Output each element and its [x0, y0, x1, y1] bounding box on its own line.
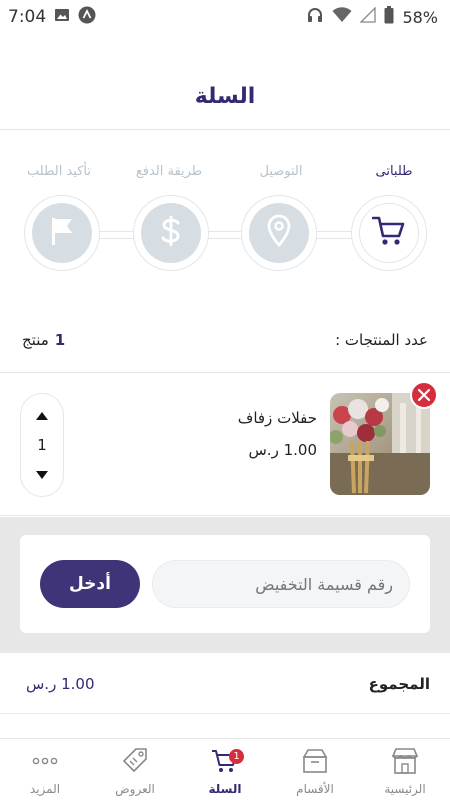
checkout-steps: طلباتى التوصيل طريقة الدفع تأكيد الطلب: [0, 150, 450, 280]
nav-label-categories: الأقسام: [296, 782, 334, 796]
close-icon: [417, 386, 431, 405]
status-time: 7:04: [8, 7, 47, 27]
step-delivery[interactable]: [241, 195, 317, 271]
step-orders[interactable]: [351, 195, 427, 271]
total-label: المجموع: [368, 674, 430, 693]
step-payment[interactable]: [133, 195, 209, 271]
store-icon: [390, 747, 420, 779]
circle-a-icon: [78, 6, 96, 28]
increase-quantity-button[interactable]: [35, 406, 49, 425]
nav-item-more[interactable]: المزيد: [0, 739, 90, 800]
apply-coupon-button[interactable]: أدخل: [40, 560, 140, 608]
nav-label-offers: العروض: [115, 782, 155, 796]
product-count-unit: منتج: [22, 331, 49, 349]
nav-item-home[interactable]: الرئيسية: [360, 739, 450, 800]
app-header: السلة: [0, 34, 450, 130]
quantity-value: 1: [37, 436, 47, 454]
step-label-payment: طريقة الدفع: [135, 164, 203, 179]
step-label-orders: طلباتى: [375, 164, 413, 179]
status-bar: 7:04 58%: [0, 0, 450, 34]
triangle-down-icon: [36, 471, 48, 479]
product-count-number: 1: [54, 331, 66, 349]
nav-label-cart: السلة: [208, 782, 242, 796]
location-pin-icon: [266, 214, 292, 252]
battery-percent: 58%: [402, 7, 438, 27]
signal-icon: [359, 6, 377, 27]
wifi-icon: [332, 7, 352, 27]
coupon-section: أدخل: [0, 517, 450, 653]
step-confirm[interactable]: [24, 195, 100, 271]
cart-item: حفلات زفاف 1.00 ر.س 1: [0, 372, 450, 516]
product-count-value: 1 منتج: [22, 331, 65, 349]
product-price: 1.00 ر.س: [248, 441, 318, 459]
page-title: السلة: [194, 84, 256, 109]
remove-item-button[interactable]: [410, 381, 438, 409]
bottom-navigation: الرئيسية الأقسام 1 السلة العروض المزيد: [0, 738, 450, 800]
nav-label-home: الرئيسية: [384, 782, 426, 796]
flag-icon: [48, 215, 76, 251]
product-count-row: 1 منتج عدد المنتجات :: [0, 325, 450, 355]
nav-label-more: المزيد: [29, 782, 61, 796]
step-label-confirm: تأكيد الطلب: [27, 164, 91, 179]
decrease-quantity-button[interactable]: [35, 465, 49, 484]
total-value: 1.00 ر.س: [26, 674, 95, 693]
more-dots-icon: [30, 747, 60, 779]
battery-icon: [384, 6, 394, 28]
step-label-delivery: التوصيل: [259, 164, 303, 179]
headphones-icon: [306, 6, 324, 28]
nav-item-categories[interactable]: الأقسام: [270, 739, 360, 800]
product-count-label: عدد المنتجات :: [335, 331, 428, 349]
cart-count-badge: 1: [229, 749, 244, 764]
product-image[interactable]: [330, 393, 430, 495]
dollar-icon: [160, 214, 182, 252]
product-name: حفلات زفاف: [237, 409, 317, 427]
coupon-code-input[interactable]: [152, 560, 410, 608]
nav-item-cart[interactable]: 1 السلة: [180, 739, 270, 800]
coupon-card: أدخل: [20, 535, 430, 633]
cart-icon: [371, 215, 406, 251]
total-row: 1.00 ر.س المجموع: [0, 654, 450, 714]
box-icon: [300, 747, 330, 779]
quantity-stepper: 1: [20, 393, 64, 497]
image-icon: [54, 7, 70, 27]
nav-item-offers[interactable]: العروض: [90, 739, 180, 800]
tag-icon: [120, 747, 150, 779]
triangle-up-icon: [36, 412, 48, 420]
